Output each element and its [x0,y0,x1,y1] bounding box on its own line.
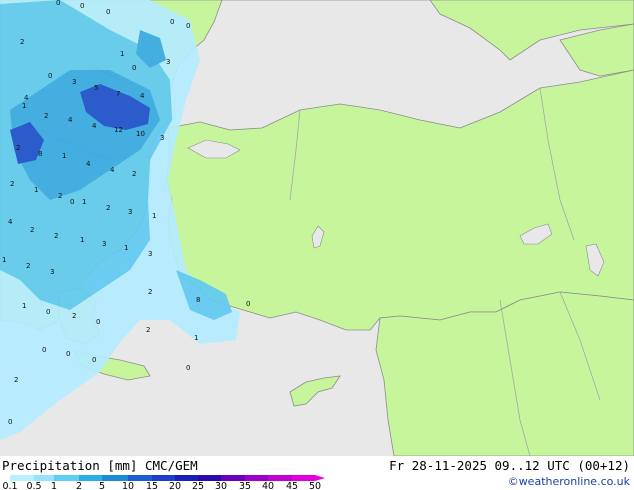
legend-tick: 50 [308,481,322,490]
precip-value-label: 2 [44,112,48,120]
map-footer: Precipitation [mm] CMC/GEM Fr 28-11-2025… [0,456,634,490]
precip-value-label: 0 [106,8,110,16]
precip-value-label: 2 [106,204,110,212]
legend-tick: 30 [214,481,228,490]
precip-value-label: 1 [22,102,26,110]
legend-tick: 5 [98,481,106,490]
precip-value-label: 0 [66,350,70,358]
precip-value-label: 0 [8,418,12,426]
precip-value-label: 1 [152,212,156,220]
precip-value-label: 2 [16,144,20,152]
precip-value-label: 0 [96,318,100,326]
precip-value-label: 0 [132,64,136,72]
precip-value-label: 0 [246,300,250,308]
precip-value-label: 10 [136,130,145,138]
precip-value-label: 3 [102,240,106,248]
map-canvas: 0 000 021303054 7 412 44 12 10 328 144 2212102 3 142… [0,0,634,456]
map-title: Precipitation [mm] CMC/GEM [2,458,198,473]
precip-value-label: 2 [148,288,152,296]
precip-value-label: 12 [114,126,123,134]
precip-value-label: 0 [56,0,60,7]
precip-value-label: 4 [86,160,91,168]
precip-value-label: 0 [186,22,190,30]
legend-tick: 1 [50,481,58,490]
precip-value-label: 4 [24,94,29,102]
precip-value-label: 1 [82,198,86,206]
precipitation-map: 0 0 0 0 0 2 1 3 0 3 0 5 4 7 4 1 2 4 4 12 10 3 2 8 1 4 4 2 2 1 2 1 0 2 3 1 4 2… [0,0,634,490]
precip-legend: 0.1 0.5 1 2 5 10 15 20 25 30 35 40 45 50 [2,475,328,490]
precip-value-label: 2 [26,262,30,270]
precip-value-label: 1 [80,236,84,244]
precip-value-label: 1 [2,256,6,264]
precip-value-label: 1 [120,50,124,58]
precip-value-label: 3 [72,78,76,86]
precip-value-label: 5 [94,84,98,92]
precip-value-label: 7 [116,90,120,98]
precip-value-label: 2 [10,180,14,188]
precip-value-label: 1 [22,302,26,310]
precip-value-label: 2 [30,226,34,234]
precip-value-label: 2 [20,38,24,46]
precip-value-label: 3 [50,268,54,276]
precip-value-label: 4 [140,92,145,100]
legend-tick: 15 [145,481,159,490]
precip-value-label: 2 [58,192,62,200]
precip-value-label: 2 [146,326,150,334]
legend-tick: 35 [238,481,252,490]
precip-value-label: 0 [46,308,50,316]
precip-value-label: 0 [80,2,84,10]
precip-value-label: 3 [160,134,164,142]
legend-tick: 0.1 [2,481,18,490]
precip-value-label: 0 [186,364,190,372]
precip-value-label: 1 [194,334,198,342]
precip-value-label: 2 [132,170,136,178]
precip-value-label: 4 [8,218,13,226]
precip-value-label: 0 [92,356,96,364]
precip-value-label: 1 [62,152,66,160]
map-timestamp: Fr 28-11-2025 09..12 UTC (00+12) [389,458,630,473]
legend-tick: 20 [168,481,182,490]
legend-tick: 45 [285,481,299,490]
precip-value-label: 0 [170,18,174,26]
precip-value-label: 0 [70,198,74,206]
precip-value-label: 1 [124,244,128,252]
precip-value-label: 3 [166,58,170,66]
precip-value-label: 8 [196,296,200,304]
legend-tick: 0.5 [26,481,42,490]
precip-value-label: 8 [38,150,42,158]
legend-colorbar [10,475,325,481]
precip-value-label: 0 [48,72,52,80]
legend-tick: 40 [261,481,275,490]
precip-value-label: 3 [128,208,132,216]
precip-value-label: 3 [148,250,152,258]
precip-value-label: 2 [72,312,76,320]
precip-value-label: 1 [34,186,38,194]
precip-value-label: 4 [68,116,73,124]
legend-tick: 25 [191,481,205,490]
precip-value-label: 2 [54,232,58,240]
credit-link[interactable]: ©weatheronline.co.uk [508,475,630,488]
legend-tick: 10 [121,481,135,490]
precip-value-label: 4 [110,166,115,174]
precip-value-label: 4 [92,122,97,130]
precip-value-label: 0 [42,346,46,354]
legend-tick: 2 [75,481,83,490]
precip-value-label: 2 [14,376,18,384]
